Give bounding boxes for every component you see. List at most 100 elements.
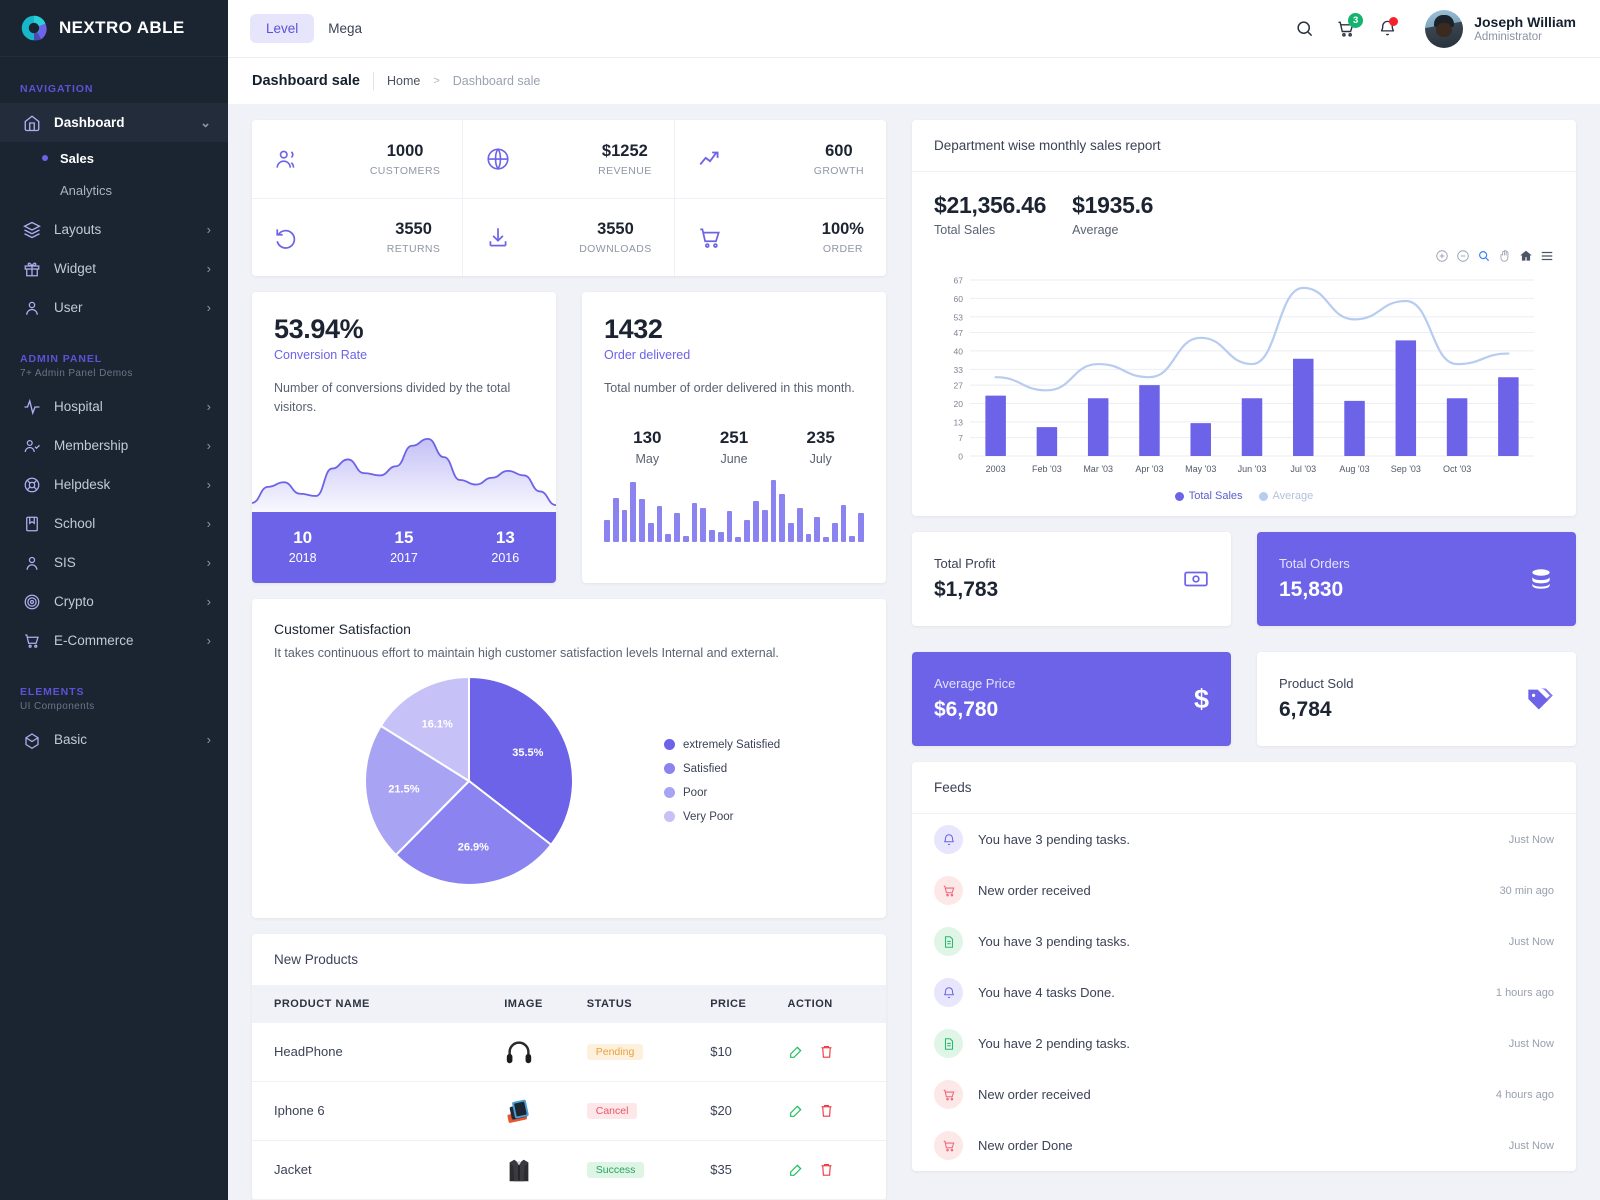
- sidebar-item-crypto[interactable]: Crypto ›: [0, 582, 228, 621]
- svg-text:26.9%: 26.9%: [458, 841, 489, 853]
- conversion-footer-item: 132016: [455, 528, 556, 565]
- trash-icon[interactable]: [819, 1103, 834, 1119]
- legend-swatch: [664, 739, 675, 750]
- trash-icon[interactable]: [819, 1162, 834, 1178]
- feed-text: New order received: [978, 883, 1485, 898]
- table-row: JacketSuccess$35: [252, 1140, 886, 1199]
- feed-item[interactable]: New order received4 hours ago: [912, 1069, 1576, 1120]
- menu-icon[interactable]: [1540, 249, 1554, 268]
- pie-legend-item[interactable]: Poor: [664, 787, 780, 799]
- pie-legend-item[interactable]: extremely Satisfied: [664, 739, 780, 751]
- legend-item[interactable]: Total Sales: [1175, 490, 1243, 502]
- feed-item[interactable]: New order DoneJust Now: [912, 1120, 1576, 1171]
- feed-item[interactable]: New order received30 min ago: [912, 865, 1576, 916]
- cart-icon[interactable]: 3: [1336, 19, 1356, 39]
- order-bar: [648, 523, 654, 542]
- sidebar-item-widget[interactable]: Widget ›: [0, 249, 228, 288]
- zoom-out-icon[interactable]: [1456, 249, 1470, 268]
- home-reset-icon[interactable]: [1519, 249, 1533, 268]
- trash-icon[interactable]: [819, 1044, 834, 1060]
- sidebar-item-label: E-Commerce: [54, 633, 194, 648]
- status-badge: Pending: [587, 1044, 644, 1060]
- product-price: $20: [710, 1081, 787, 1140]
- sidebar-item-layouts[interactable]: Layouts ›: [0, 210, 228, 249]
- tile-value: $6,780: [934, 698, 1015, 722]
- globe-icon: [485, 146, 511, 172]
- breadcrumb-home[interactable]: Home: [387, 74, 420, 88]
- table-column-header: PRICE: [710, 985, 787, 1023]
- pie-legend-item[interactable]: Very Poor: [664, 811, 780, 823]
- brand[interactable]: NEXTRO ABLE: [0, 0, 228, 57]
- value: 130: [604, 428, 691, 448]
- tile-product-sold[interactable]: Product Sold6,784: [1257, 652, 1576, 746]
- legend-item[interactable]: Average: [1259, 490, 1314, 502]
- sidebar-item-dashboard[interactable]: Dashboard ⌄: [0, 103, 228, 142]
- sidebar-item-school[interactable]: School ›: [0, 504, 228, 543]
- value: 251: [691, 428, 778, 448]
- feed-item[interactable]: You have 3 pending tasks.Just Now: [912, 814, 1576, 865]
- legend-label: Satisfied: [683, 763, 727, 775]
- file-icon: [934, 927, 963, 956]
- order-bar: [797, 508, 803, 542]
- order-bar: [762, 510, 768, 543]
- sidebar-item-label: Basic: [54, 732, 194, 747]
- selection-zoom-icon[interactable]: [1477, 249, 1491, 268]
- feeds-title: Feeds: [912, 762, 1576, 814]
- sidebar-item-sales[interactable]: Sales: [0, 142, 228, 174]
- total-sales-label: Total Sales: [934, 223, 1046, 237]
- legend-swatch: [664, 787, 675, 798]
- user-menu[interactable]: Joseph William Administrator: [1425, 10, 1576, 48]
- bell-icon: [934, 978, 963, 1007]
- sidebar-item-hospital[interactable]: Hospital ›: [0, 387, 228, 426]
- tile-label: Total Profit: [934, 556, 998, 571]
- cart-icon: [934, 1131, 963, 1160]
- svg-text:47: 47: [954, 328, 964, 338]
- pie-legend-item[interactable]: Satisfied: [664, 763, 780, 775]
- edit-icon[interactable]: [788, 1044, 804, 1060]
- sidebar-item-membership[interactable]: Membership ›: [0, 426, 228, 465]
- order-bar: [692, 503, 698, 543]
- edit-icon[interactable]: [788, 1103, 804, 1119]
- avatar: [1425, 10, 1463, 48]
- tile-total-orders[interactable]: Total Orders15,830: [1257, 532, 1576, 626]
- feed-item[interactable]: You have 2 pending tasks.Just Now: [912, 1018, 1576, 1069]
- tile-total-profit[interactable]: Total Profit$1,783: [912, 532, 1231, 626]
- sidebar-item-basic[interactable]: Basic ›: [0, 720, 228, 759]
- zoom-in-icon[interactable]: [1435, 249, 1449, 268]
- sidebar-item-sis[interactable]: SIS ›: [0, 543, 228, 582]
- phone-image: [504, 1096, 534, 1126]
- sidebar-item-label: School: [54, 516, 194, 531]
- sidebar-item-ecommerce[interactable]: E-Commerce ›: [0, 621, 228, 660]
- svg-text:Jun '03: Jun '03: [1238, 464, 1267, 474]
- sidebar-item-user[interactable]: User ›: [0, 288, 228, 327]
- bell-icon[interactable]: [1378, 19, 1397, 38]
- stat-value: 3550: [395, 220, 432, 238]
- search-icon[interactable]: [1295, 19, 1314, 38]
- products-title: New Products: [252, 934, 886, 985]
- tab-mega[interactable]: Mega: [314, 14, 376, 43]
- cart-badge: 3: [1348, 13, 1363, 28]
- feed-time: 1 hours ago: [1496, 987, 1554, 999]
- feed-item[interactable]: You have 4 tasks Done.1 hours ago: [912, 967, 1576, 1018]
- chevron-right-icon: ›: [207, 555, 211, 570]
- feed-item[interactable]: You have 3 pending tasks.Just Now: [912, 916, 1576, 967]
- tile-average-price[interactable]: Average Price$6,780 $: [912, 652, 1231, 746]
- sidebar-item-analytics[interactable]: Analytics: [0, 174, 228, 206]
- product-name: Iphone 6: [252, 1081, 504, 1140]
- tab-level[interactable]: Level: [250, 14, 314, 43]
- order-month-item: 235July: [777, 428, 864, 466]
- sidebar-item-helpdesk[interactable]: Helpdesk ›: [0, 465, 228, 504]
- total-sales-value: $21,356.46: [934, 192, 1046, 219]
- pan-icon[interactable]: [1498, 249, 1512, 268]
- svg-text:Feb '03: Feb '03: [1032, 464, 1062, 474]
- total-sales-kpi: $21,356.46 Total Sales: [934, 192, 1046, 237]
- order-bar: [604, 520, 610, 542]
- conversion-rate-card: 53.94% Conversion Rate Number of convers…: [252, 292, 556, 583]
- sidebar-subitem-label: Sales: [60, 151, 94, 166]
- product-name: HeadPhone: [252, 1023, 504, 1082]
- edit-icon[interactable]: [788, 1162, 804, 1178]
- order-bar: [841, 505, 847, 543]
- sidebar-item-label: SIS: [54, 555, 194, 570]
- order-bar: [630, 482, 636, 542]
- legend-swatch: [1175, 492, 1184, 501]
